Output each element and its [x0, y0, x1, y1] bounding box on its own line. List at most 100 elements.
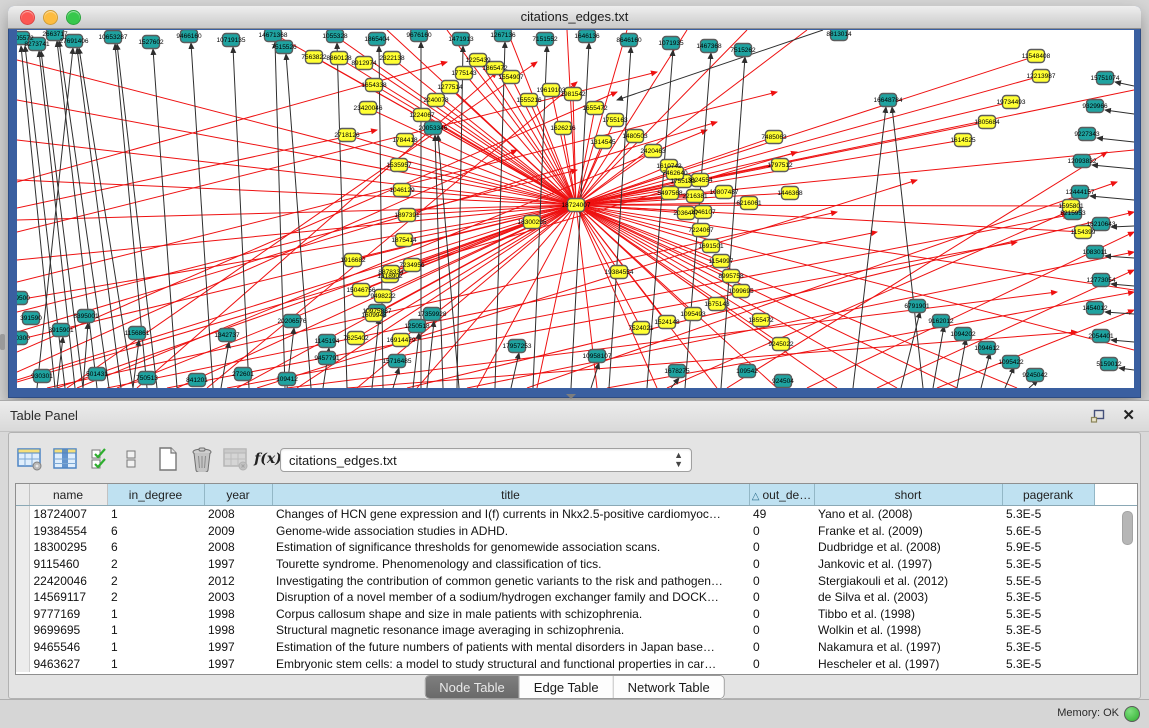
show-columns-icon[interactable]: [51, 445, 81, 473]
delete-column-icon[interactable]: [187, 445, 217, 473]
table-row[interactable]: 1938455462009Genome-wide association stu…: [16, 523, 1137, 540]
table-cell[interactable]: Genome-wide association studies in ADHD.: [272, 523, 749, 540]
tab-network-table[interactable]: Network Table: [614, 676, 724, 698]
table-cell[interactable]: Embryonic stem cells: a model to study s…: [272, 655, 749, 672]
table-row[interactable]: 977716911998Corpus callosum shape and si…: [16, 606, 1137, 623]
table-cell[interactable]: 2: [107, 589, 204, 606]
table-cell[interactable]: 5.3E-5: [1002, 506, 1094, 523]
table-cell[interactable]: 9115460: [29, 556, 107, 573]
table-cell[interactable]: 1: [107, 655, 204, 672]
table-cell[interactable]: 5.3E-5: [1002, 639, 1094, 656]
window-titlebar[interactable]: citations_edges.txt: [8, 6, 1141, 29]
table-cell[interactable]: 2: [107, 572, 204, 589]
column-header-out_de…[interactable]: △out_de…: [749, 484, 814, 506]
table-cell[interactable]: 1997: [204, 655, 272, 672]
column-header-pagerank[interactable]: pagerank: [1002, 484, 1094, 506]
column-header-name[interactable]: name: [29, 484, 107, 506]
tab-edge-table[interactable]: Edge Table: [520, 676, 614, 698]
table-cell[interactable]: Stergiakouli et al. (2012): [814, 572, 1002, 589]
table-scrollbar-thumb[interactable]: [1122, 511, 1133, 545]
table-cell[interactable]: 2: [107, 556, 204, 573]
table-cell[interactable]: 1998: [204, 622, 272, 639]
table-cell[interactable]: Hescheler et al. (1997): [814, 655, 1002, 672]
table-cell[interactable]: 1998: [204, 606, 272, 623]
hide-columns-icon[interactable]: [121, 445, 141, 473]
table-cell[interactable]: 2009: [204, 523, 272, 540]
table-header-row[interactable]: namein_degreeyeartitle△out_de…shortpager…: [16, 484, 1137, 506]
table-cell[interactable]: 0: [749, 606, 814, 623]
table-row[interactable]: 1872400712008Changes of HCN gene express…: [16, 506, 1137, 523]
table-cell[interactable]: 9699695: [29, 622, 107, 639]
table-cell[interactable]: Nakamura et al. (1997): [814, 639, 1002, 656]
table-cell[interactable]: 1997: [204, 639, 272, 656]
table-cell[interactable]: 5.9E-5: [1002, 539, 1094, 556]
table-row[interactable]: 946362711997Embryonic stem cells: a mode…: [16, 655, 1137, 672]
network-canvas-svg[interactable]: 9405572827374126637172769140610653287152…: [17, 30, 1134, 388]
table-cell[interactable]: 5.3E-5: [1002, 589, 1094, 606]
table-cell[interactable]: Estimation of significance thresholds fo…: [272, 539, 749, 556]
column-header-year[interactable]: year: [204, 484, 272, 506]
table-cell[interactable]: 1: [107, 639, 204, 656]
table-cell[interactable]: 2008: [204, 539, 272, 556]
node-table[interactable]: namein_degreeyeartitle△out_de…shortpager…: [15, 483, 1138, 675]
table-cell[interactable]: Changes of HCN gene expression and I(f) …: [272, 506, 749, 523]
create-column-icon[interactable]: [153, 445, 183, 473]
table-cell[interactable]: Tibbo et al. (1998): [814, 606, 1002, 623]
close-panel-icon[interactable]: ✕: [1122, 406, 1135, 424]
table-cell[interactable]: 0: [749, 539, 814, 556]
table-cell[interactable]: Investigating the contribution of common…: [272, 572, 749, 589]
float-panel-icon[interactable]: [1090, 409, 1105, 423]
tab-node-table[interactable]: Node Table: [425, 676, 520, 698]
table-row[interactable]: 946554611997Estimation of the future num…: [16, 639, 1137, 656]
function-builder-icon[interactable]: f(x): [253, 445, 283, 473]
table-mode-icon[interactable]: [15, 445, 45, 473]
table-cell[interactable]: Disruption of a novel member of a sodium…: [272, 589, 749, 606]
table-cell[interactable]: Tourette syndrome. Phenomenology and cla…: [272, 556, 749, 573]
table-body[interactable]: 1872400712008Changes of HCN gene express…: [16, 506, 1137, 672]
table-row[interactable]: 1830029562008Estimation of significance …: [16, 539, 1137, 556]
table-cell[interactable]: 5.3E-5: [1002, 556, 1094, 573]
table-cell[interactable]: Jankovic et al. (1997): [814, 556, 1002, 573]
left-panel-grip[interactable]: [0, 334, 5, 350]
split-pane-collapse-arrow[interactable]: [566, 394, 576, 399]
table-cell[interactable]: 9463627: [29, 655, 107, 672]
table-cell[interactable]: 9465546: [29, 639, 107, 656]
table-cell[interactable]: 22420046: [29, 572, 107, 589]
table-cell[interactable]: 0: [749, 572, 814, 589]
network-canvas[interactable]: 9405572827374126637172769140610653287152…: [17, 30, 1134, 388]
table-cell[interactable]: Structural magnetic resonance image aver…: [272, 622, 749, 639]
column-header-title[interactable]: title: [272, 484, 749, 506]
table-cell[interactable]: 1: [107, 506, 204, 523]
table-cell[interactable]: 0: [749, 589, 814, 606]
column-header-short[interactable]: short: [814, 484, 1002, 506]
table-cell[interactable]: 0: [749, 523, 814, 540]
table-cell[interactable]: Yano et al. (2008): [814, 506, 1002, 523]
table-cell[interactable]: 5.3E-5: [1002, 622, 1094, 639]
table-cell[interactable]: Wolkin et al. (1998): [814, 622, 1002, 639]
node-table-grid[interactable]: namein_degreeyeartitle△out_de…shortpager…: [16, 484, 1137, 672]
table-cell[interactable]: 18300295: [29, 539, 107, 556]
table-cell[interactable]: 5.3E-5: [1002, 655, 1094, 672]
table-selector-dropdown[interactable]: citations_edges.txt ▲▼: [280, 448, 692, 472]
table-cell[interactable]: 2003: [204, 589, 272, 606]
table-cell[interactable]: 1997: [204, 556, 272, 573]
table-cell[interactable]: 6: [107, 539, 204, 556]
table-cell[interactable]: 5.6E-5: [1002, 523, 1094, 540]
table-cell[interactable]: 6: [107, 523, 204, 540]
table-cell[interactable]: 1: [107, 622, 204, 639]
table-cell[interactable]: 9777169: [29, 606, 107, 623]
table-cell[interactable]: 18724007: [29, 506, 107, 523]
table-cell[interactable]: 0: [749, 556, 814, 573]
table-cell[interactable]: Dudbridge et al. (2008): [814, 539, 1002, 556]
table-cell[interactable]: Franke et al. (2009): [814, 523, 1002, 540]
table-cell[interactable]: 0: [749, 655, 814, 672]
table-row[interactable]: 1456911722003Disruption of a novel membe…: [16, 589, 1137, 606]
table-cell[interactable]: 14569117: [29, 589, 107, 606]
table-cell[interactable]: 5.5E-5: [1002, 572, 1094, 589]
table-row[interactable]: 2242004622012Investigating the contribut…: [16, 572, 1137, 589]
table-cell[interactable]: 49: [749, 506, 814, 523]
table-cell[interactable]: 2012: [204, 572, 272, 589]
table-cell[interactable]: 1: [107, 606, 204, 623]
table-cell[interactable]: Corpus callosum shape and size in male p…: [272, 606, 749, 623]
table-cell[interactable]: 2008: [204, 506, 272, 523]
